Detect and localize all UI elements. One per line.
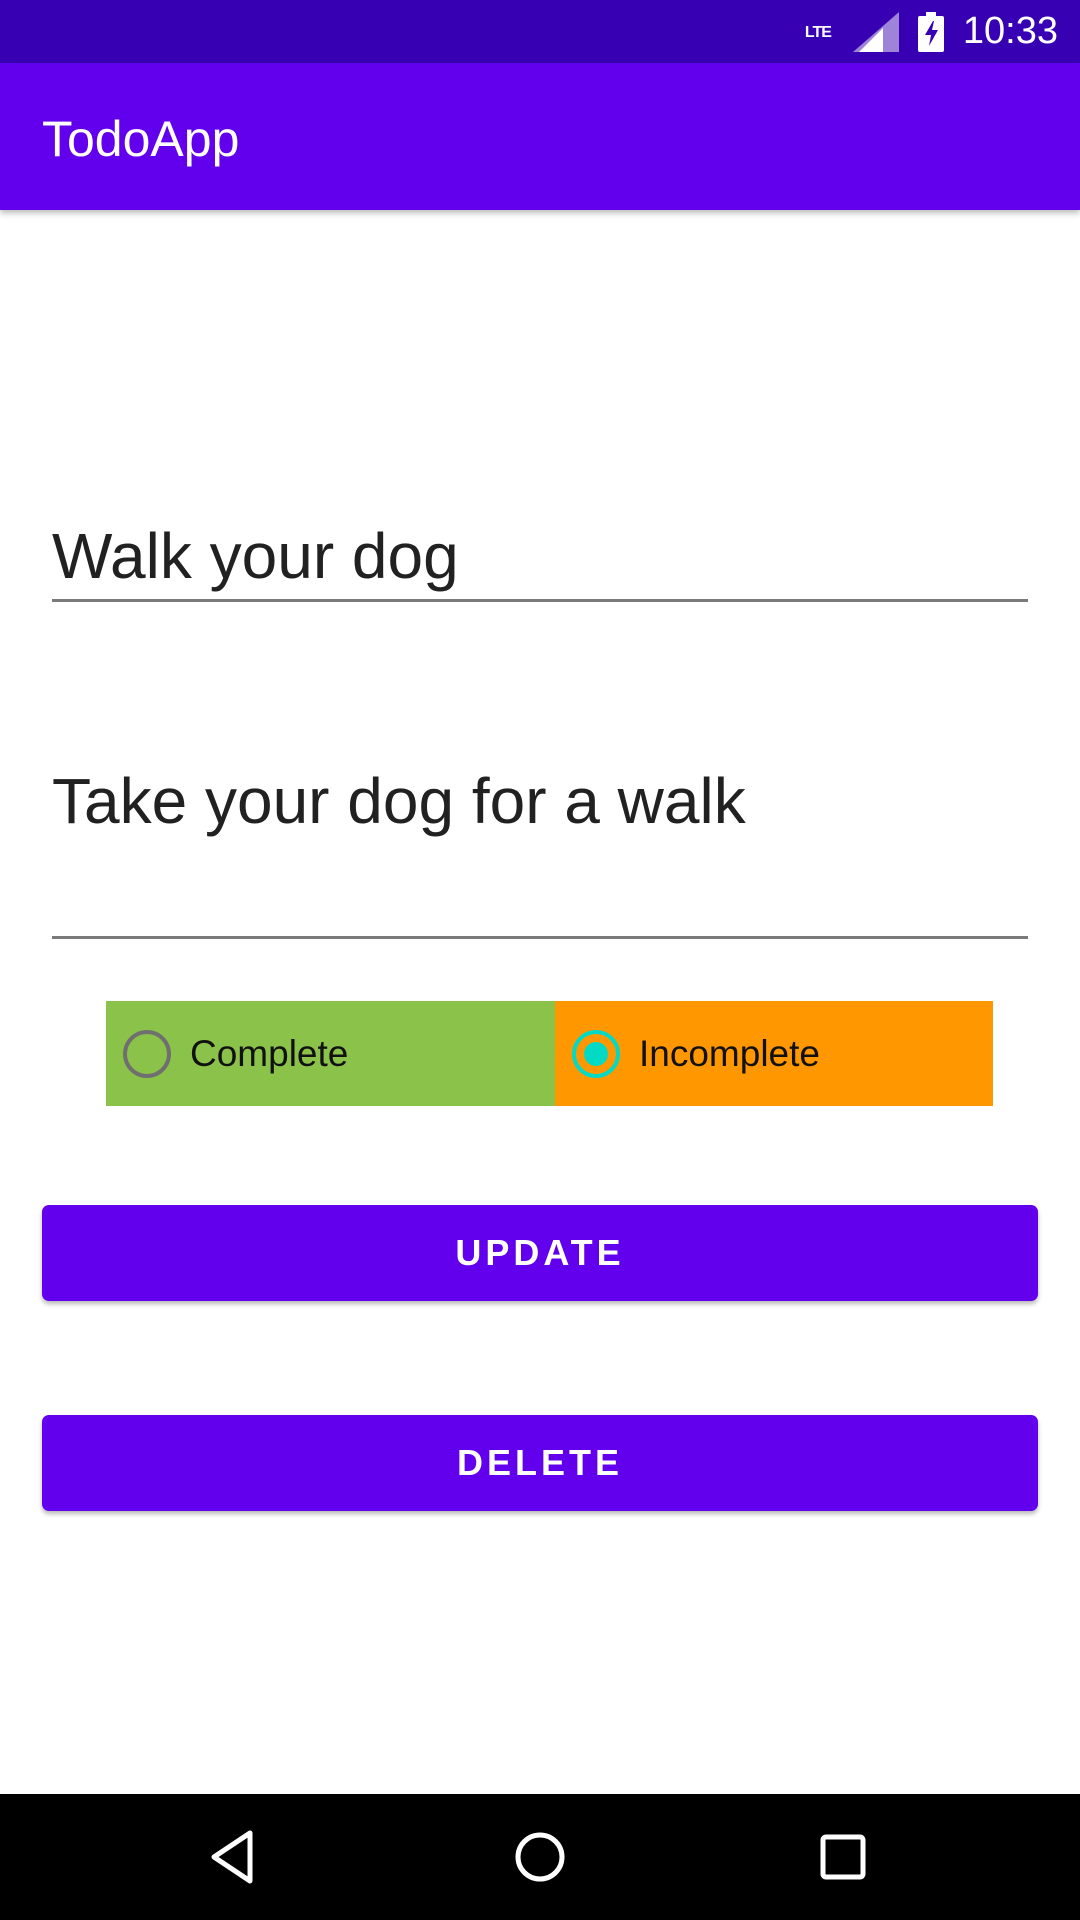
radio-incomplete[interactable]: Incomplete	[555, 1001, 993, 1106]
back-icon[interactable]	[206, 1827, 266, 1887]
radio-complete[interactable]: Complete	[106, 1001, 555, 1106]
todo-title-input[interactable]: Walk your dog	[52, 510, 1028, 602]
navigation-bar	[0, 1794, 1080, 1920]
radio-checked-icon	[572, 1029, 620, 1078]
recents-icon[interactable]	[813, 1827, 873, 1887]
app-bar: TodoApp	[0, 63, 1080, 210]
delete-button[interactable]: DELETE	[42, 1415, 1038, 1511]
status-time: 10:33	[962, 10, 1058, 52]
signal-icon	[852, 11, 899, 52]
status-icons: LTE 10:33	[805, 0, 1058, 63]
todo-title-text: Walk your dog	[52, 520, 459, 592]
network-type-label: LTE	[804, 23, 832, 41]
status-bar: LTE 10:33	[0, 0, 1080, 63]
signal-indicator: LTE	[805, 11, 899, 52]
radio-incomplete-label: Incomplete	[639, 1032, 820, 1074]
status-radio-group: Complete Incomplete	[106, 1001, 993, 1106]
todo-description-input[interactable]: Take your dog for a walk	[52, 755, 1028, 939]
home-icon[interactable]	[510, 1827, 570, 1887]
radio-unchecked-icon	[123, 1029, 171, 1078]
update-button[interactable]: UPDATE	[42, 1205, 1038, 1301]
app-title: TodoApp	[42, 111, 240, 167]
todo-description-text: Take your dog for a walk	[52, 765, 746, 837]
battery-charging-icon	[917, 11, 944, 52]
radio-complete-label: Complete	[190, 1032, 349, 1074]
